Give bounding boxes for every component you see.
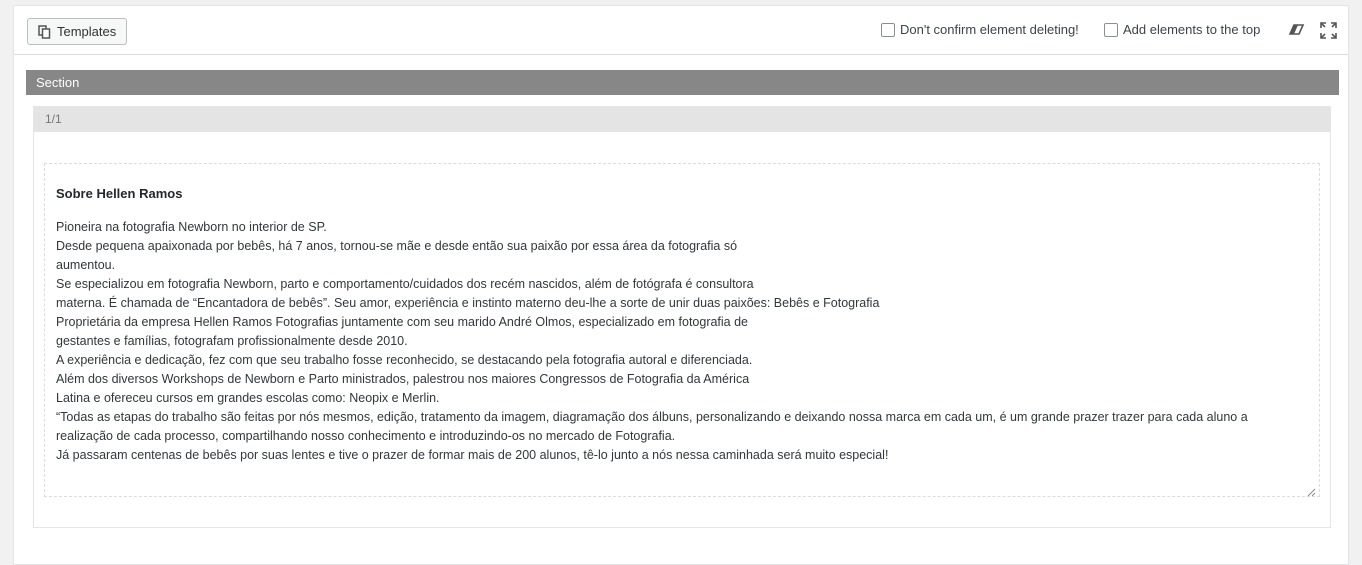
- fullscreen-icon[interactable]: [1318, 20, 1338, 40]
- body-line: Desde pequena apaixonada por bebês, há 7…: [56, 239, 738, 253]
- body-line: gestantes e famílias, fotografam profiss…: [56, 334, 408, 348]
- page-builder-panel: Templates Don't confirm element deleting…: [13, 5, 1349, 565]
- body-line: Além dos diversos Workshops de Newborn e…: [56, 372, 750, 386]
- templates-label: Templates: [57, 24, 117, 39]
- body-line: “Todas as etapas do trabalho são feitas …: [56, 410, 1248, 424]
- body-line: Se especializou em fotografia Newborn, p…: [56, 277, 754, 291]
- dont-confirm-delete-option[interactable]: Don't confirm element deleting!: [881, 22, 1079, 37]
- element-body: Pioneira na fotografia Newborn no interi…: [56, 218, 1306, 465]
- body-line: realização de cada processo, compartilha…: [56, 429, 676, 443]
- column-label: 1/1: [45, 112, 62, 126]
- body-line: materna. É chamada de “Encantadora de be…: [56, 296, 880, 310]
- body-line: Já passaram centenas de bebês por suas l…: [56, 448, 889, 462]
- body-line: Proprietária da empresa Hellen Ramos Fot…: [56, 315, 749, 329]
- body-line: Latina e ofereceu cursos em grandes esco…: [56, 391, 440, 405]
- templates-icon: [38, 24, 51, 39]
- add-to-top-option[interactable]: Add elements to the top: [1104, 22, 1260, 37]
- body-line: aumentou.: [56, 258, 116, 272]
- body-line: A experiência e dedicação, fez com que s…: [56, 353, 753, 367]
- column-header[interactable]: 1/1: [34, 107, 1330, 132]
- dont-confirm-delete-label: Don't confirm element deleting!: [900, 22, 1079, 37]
- section-label: Section: [36, 75, 80, 90]
- element-title: Sobre Hellen Ramos: [56, 186, 183, 201]
- eraser-icon[interactable]: [1286, 20, 1306, 40]
- resize-handle-icon[interactable]: [1307, 484, 1316, 497]
- templates-button[interactable]: Templates: [27, 18, 128, 45]
- builder-toolbar: Templates Don't confirm element deleting…: [14, 6, 1348, 55]
- section-header[interactable]: Section: [26, 70, 1339, 95]
- add-to-top-checkbox[interactable]: [1104, 22, 1118, 37]
- body-line: Pioneira na fotografia Newborn no interi…: [56, 220, 327, 234]
- dont-confirm-delete-checkbox[interactable]: [881, 22, 895, 37]
- section-column: 1/1 Sobre Hellen Ramos Pioneira na fotog…: [33, 106, 1331, 528]
- add-to-top-label: Add elements to the top: [1123, 22, 1261, 37]
- text-element[interactable]: Sobre Hellen Ramos Pioneira na fotografi…: [44, 163, 1320, 497]
